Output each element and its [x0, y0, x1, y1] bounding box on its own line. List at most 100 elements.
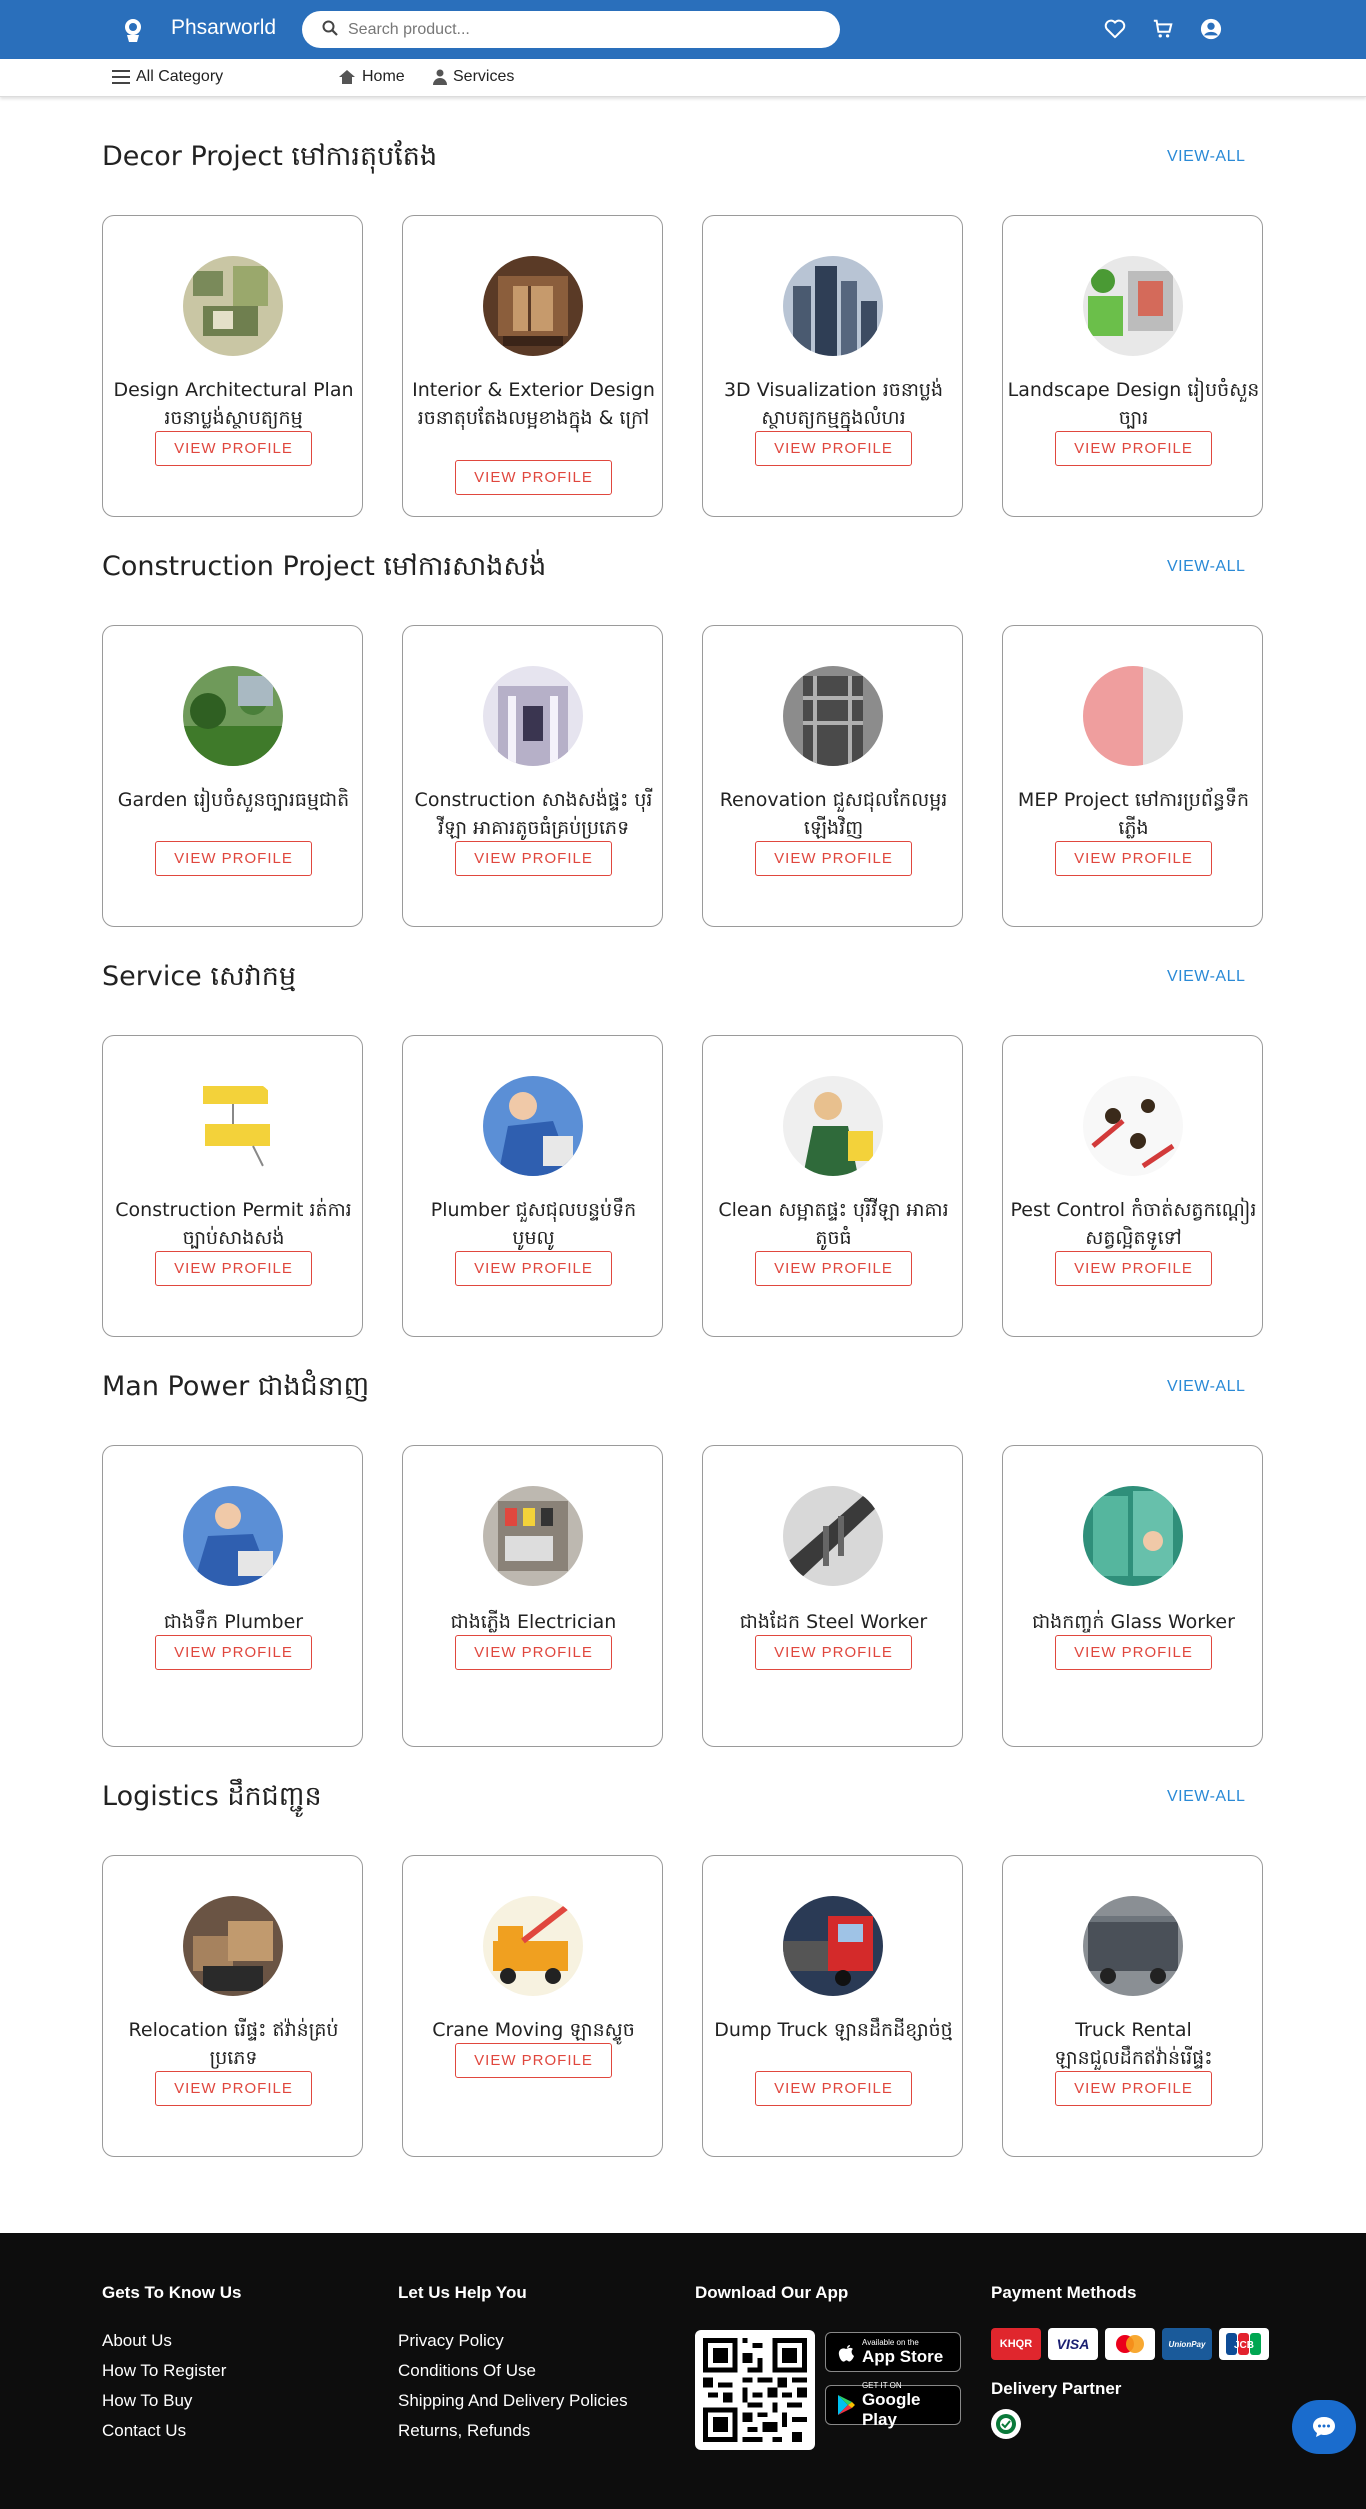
- service-card[interactable]: Crane Moving ឡានស្ទូច VIEW PROFILE: [402, 1855, 663, 2157]
- service-card[interactable]: 3D Visualization រចនាប្លង់ស្ថាបត្យកម្មក្…: [702, 215, 963, 517]
- view-profile-button[interactable]: VIEW PROFILE: [455, 2043, 612, 2078]
- service-title: Pest Control កំចាត់សត្វកណ្ដៀរ សត្វល្អិតទ…: [1010, 1199, 1257, 1249]
- service-image: [183, 1896, 283, 1996]
- service-card[interactable]: Plumber ជួសជុលបន្ទប់ទឹក បូមលូ VIEW PROFI…: [402, 1035, 663, 1337]
- service-card[interactable]: ជាងកញ្ចក់ Glass Worker VIEW PROFILE: [1002, 1445, 1263, 1747]
- view-profile-button[interactable]: VIEW PROFILE: [755, 841, 912, 876]
- view-all-decor[interactable]: VIEW-ALL: [1167, 148, 1245, 166]
- footer-link-how-to-buy[interactable]: How To Buy: [102, 2391, 192, 2411]
- service-title: Landscape Design រៀបចំសួនច្បារ: [1007, 379, 1260, 429]
- service-card[interactable]: Renovation ជួសជុលកែលម្អរឡើងវិញ VIEW PROF…: [702, 625, 963, 927]
- service-title: Construction សាងសង់ផ្ទះ បុរី វីឡា អាគារត…: [414, 789, 653, 839]
- service-card[interactable]: Relocation រើផ្ទះ ឥវ៉ាន់គ្រប់ប្រភេទ VIEW…: [102, 1855, 363, 2157]
- visa-logo: VISA: [1048, 2328, 1098, 2360]
- view-profile-button[interactable]: VIEW PROFILE: [1055, 1251, 1212, 1286]
- service-card[interactable]: MEP Project មៅការប្រព័ន្ធទឹកភ្លើង VIEW P…: [1002, 625, 1263, 927]
- view-profile-button[interactable]: VIEW PROFILE: [1055, 2071, 1212, 2106]
- view-profile-button[interactable]: VIEW PROFILE: [1055, 841, 1212, 876]
- footer-link-register[interactable]: How To Register: [102, 2361, 226, 2381]
- service-card[interactable]: Pest Control កំចាត់សត្វកណ្ដៀរ សត្វល្អិតទ…: [1002, 1035, 1263, 1337]
- footer-heading-help: Let Us Help You: [398, 2283, 527, 2302]
- footer-link-privacy[interactable]: Privacy Policy: [398, 2331, 504, 2351]
- view-profile-button[interactable]: VIEW PROFILE: [155, 1635, 312, 1670]
- service-title: ជាងដែក Steel Worker: [739, 1611, 928, 1633]
- services-link[interactable]: Services: [433, 68, 514, 86]
- view-profile-button[interactable]: VIEW PROFILE: [1055, 431, 1212, 466]
- section-title-man-power: Man Power ជាងជំនាញ: [102, 1371, 370, 1402]
- view-profile-button[interactable]: VIEW PROFILE: [155, 431, 312, 466]
- google-play-label: Google Play: [861, 2389, 921, 2429]
- footer-heading-know-us: Gets To Know Us: [102, 2283, 242, 2302]
- app-store-button[interactable]: Available on the App Store: [825, 2332, 961, 2372]
- service-card[interactable]: Clean សម្អាតផ្ទះ បុរីវីឡា អាគារតូចធំ VIE…: [702, 1035, 963, 1337]
- google-play-icon: [837, 2395, 855, 2415]
- footer-link-about[interactable]: About Us: [102, 2331, 172, 2351]
- cart-icon[interactable]: [1151, 17, 1175, 41]
- view-profile-button[interactable]: VIEW PROFILE: [755, 1251, 912, 1286]
- service-card[interactable]: Design Architectural Plan រចនាប្លង់ស្ថាប…: [102, 215, 363, 517]
- category-navigation: All Category Home Services: [0, 59, 1366, 97]
- service-title: Construction Permit រត់ការច្បាប់សាងសង់: [115, 1199, 352, 1249]
- service-card[interactable]: Construction សាងសង់ផ្ទះ បុរី វីឡា អាគារត…: [402, 625, 663, 927]
- service-title: MEP Project មៅការប្រព័ន្ធទឹកភ្លើង: [1017, 789, 1250, 839]
- view-profile-button[interactable]: VIEW PROFILE: [455, 1251, 612, 1286]
- service-card[interactable]: ជាងទឹក Plumber VIEW PROFILE: [102, 1445, 363, 1747]
- section-title-construction: Construction Project មៅការសាងសង់: [102, 551, 547, 582]
- view-profile-button[interactable]: VIEW PROFILE: [1055, 1635, 1212, 1670]
- service-title: Plumber ជួសជុលបន្ទប់ទឹក បូមលូ: [430, 1199, 637, 1249]
- view-all-construction[interactable]: VIEW-ALL: [1167, 558, 1245, 576]
- heart-icon[interactable]: [1103, 17, 1127, 41]
- view-profile-button[interactable]: VIEW PROFILE: [455, 460, 612, 495]
- service-image: [783, 1486, 883, 1586]
- view-all-logistics[interactable]: VIEW-ALL: [1167, 1788, 1245, 1806]
- view-profile-button[interactable]: VIEW PROFILE: [155, 2071, 312, 2106]
- svg-text:JCB: JCB: [1234, 2340, 1254, 2351]
- view-profile-button[interactable]: VIEW PROFILE: [155, 1251, 312, 1286]
- search-bar[interactable]: [302, 11, 840, 48]
- service-card[interactable]: ជាងភ្លើង Electrician VIEW PROFILE: [402, 1445, 663, 1747]
- mastercard-logo: [1105, 2328, 1155, 2360]
- view-profile-button[interactable]: VIEW PROFILE: [455, 841, 612, 876]
- service-title: Interior & Exterior Design រចនាតុបតែងលម្…: [412, 379, 655, 429]
- service-image: [1083, 256, 1183, 356]
- service-card[interactable]: Landscape Design រៀបចំសួនច្បារ VIEW PROF…: [1002, 215, 1263, 517]
- service-title: Dump Truck ឡានដឹកដីខ្សាច់ថ្ម: [714, 2019, 953, 2041]
- google-play-button[interactable]: GET IT ON Google Play: [825, 2381, 961, 2429]
- chat-icon: [1313, 2417, 1335, 2437]
- service-card[interactable]: Interior & Exterior Design រចនាតុបតែងលម្…: [402, 215, 663, 517]
- chat-button[interactable]: [1292, 2400, 1356, 2454]
- all-category-menu[interactable]: All Category: [112, 68, 223, 86]
- account-icon[interactable]: [1199, 17, 1223, 41]
- footer-link-shipping[interactable]: Shipping And Delivery Policies: [398, 2391, 628, 2411]
- home-link[interactable]: Home: [338, 68, 405, 86]
- phsarworld-logo[interactable]: [116, 14, 150, 46]
- footer-heading-payment: Payment Methods: [991, 2283, 1137, 2302]
- service-title: Garden រៀបចំសួនច្បារធម្មជាតិ: [117, 789, 350, 811]
- service-title: ជាងកញ្ចក់ Glass Worker: [1032, 1611, 1235, 1633]
- footer-link-returns[interactable]: Returns, Refunds: [398, 2421, 530, 2441]
- footer-link-contact[interactable]: Contact Us: [102, 2421, 186, 2441]
- view-profile-button[interactable]: VIEW PROFILE: [755, 1635, 912, 1670]
- view-profile-button[interactable]: VIEW PROFILE: [455, 1635, 612, 1670]
- service-image: [483, 1486, 583, 1586]
- service-card[interactable]: ជាងដែក Steel Worker VIEW PROFILE: [702, 1445, 963, 1747]
- view-all-man-power[interactable]: VIEW-ALL: [1167, 1378, 1245, 1396]
- service-card[interactable]: Truck Rental ឡានជួលដឹកឥវ៉ាន់រើផ្ទះ VIEW …: [1002, 1855, 1263, 2157]
- footer-link-conditions[interactable]: Conditions Of Use: [398, 2361, 536, 2381]
- service-title: Clean សម្អាតផ្ទះ បុរីវីឡា អាគារតូចធំ: [718, 1199, 949, 1249]
- service-image: [783, 1076, 883, 1176]
- view-profile-button[interactable]: VIEW PROFILE: [755, 431, 912, 466]
- app-store-label: App Store: [862, 2346, 944, 2366]
- service-image: [483, 1896, 583, 1996]
- view-profile-button[interactable]: VIEW PROFILE: [755, 2071, 912, 2106]
- service-card[interactable]: Dump Truck ឡានដឹកដីខ្សាច់ថ្ម VIEW PROFIL…: [702, 1855, 963, 2157]
- service-title: Relocation រើផ្ទះ ឥវ៉ាន់គ្រប់ប្រភេទ: [128, 2019, 339, 2069]
- service-card[interactable]: Garden រៀបចំសួនច្បារធម្មជាតិ VIEW PROFIL…: [102, 625, 363, 927]
- view-profile-button[interactable]: VIEW PROFILE: [155, 841, 312, 876]
- service-image: [783, 666, 883, 766]
- view-all-service[interactable]: VIEW-ALL: [1167, 968, 1245, 986]
- brand-name[interactable]: Phsarworld: [171, 16, 276, 40]
- search-input[interactable]: [348, 20, 818, 39]
- service-image: [1083, 666, 1183, 766]
- service-card[interactable]: Construction Permit រត់ការច្បាប់សាងសង់ V…: [102, 1035, 363, 1337]
